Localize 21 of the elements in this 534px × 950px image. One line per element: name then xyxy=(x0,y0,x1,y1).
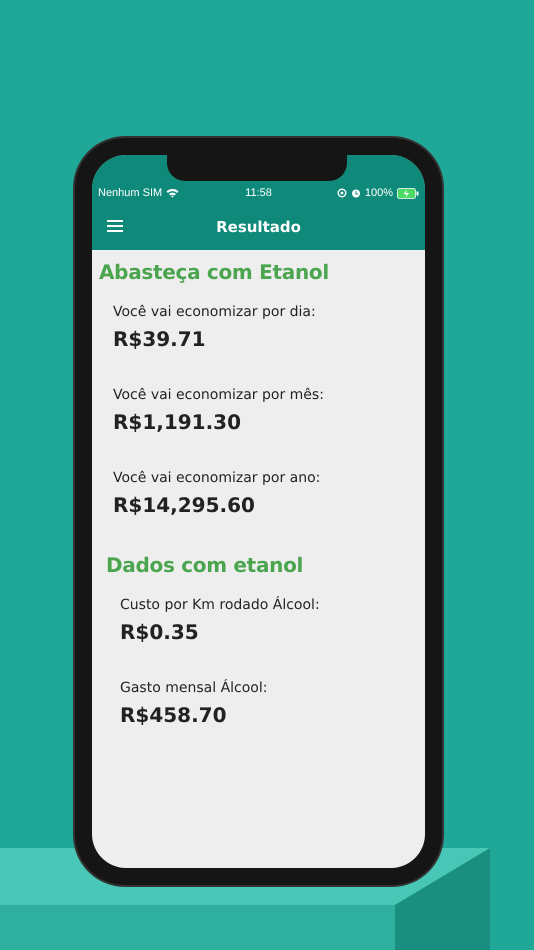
menu-button[interactable] xyxy=(106,219,124,233)
section-heading: Abasteça com Etanol xyxy=(99,260,330,284)
carrier-name: Nenhum SIM xyxy=(98,187,162,199)
result-label: Você vai economizar por dia: xyxy=(113,304,317,320)
battery-charging-icon xyxy=(397,188,419,198)
wifi-icon xyxy=(166,188,180,198)
result-value: R$458.70 xyxy=(120,703,228,727)
result-label: Você vai economizar por ano: xyxy=(113,470,322,486)
clock-time: 11:58 xyxy=(245,187,272,199)
result-label: Gasto mensal Álcool: xyxy=(120,680,268,696)
screen-title: Resultado xyxy=(216,218,301,236)
alarm-icon xyxy=(350,188,361,198)
result-label: Custo por Km rodado Álcool: xyxy=(120,597,321,613)
result-value: R$1,191.30 xyxy=(113,410,242,434)
section-heading: Dados com etanol xyxy=(106,553,304,577)
rotation-lock-icon xyxy=(336,188,347,198)
result-label: Você vai economizar por mês: xyxy=(113,387,325,403)
result-value: R$14,295.60 xyxy=(113,493,256,517)
battery-percent: 100% xyxy=(364,187,393,199)
result-value: R$0.35 xyxy=(120,620,200,644)
result-value: R$39.71 xyxy=(113,327,207,351)
